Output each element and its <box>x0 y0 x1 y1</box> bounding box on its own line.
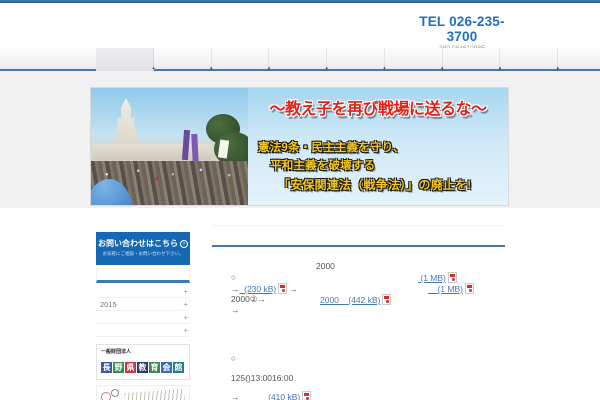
nav-item-4[interactable]: ▴ <box>269 48 328 71</box>
pdf-link-410kb[interactable]: (410 kB) <box>263 392 300 400</box>
nav-item-1[interactable]: ▴ <box>96 48 155 71</box>
sidebar-menu-item-1[interactable]: + <box>96 285 190 298</box>
content-heading <box>212 225 505 247</box>
protest-flag <box>191 133 199 165</box>
menu-item-label: 2015 <box>100 300 117 309</box>
org-name-char: 県 <box>125 362 136 373</box>
banner-subline-2: 平和主義を破壊する <box>270 160 376 172</box>
plus-icon[interactable]: + <box>183 285 188 298</box>
pdf-file-icon <box>464 283 474 294</box>
pdf-link-1mb-a[interactable]: (1 MB) <box>418 273 446 283</box>
page: TEL 026-235-3700 380-08461098F ▴ ▴ ▴ ▴ ▴… <box>0 0 600 400</box>
chevron-down-icon: ▴ <box>556 65 559 71</box>
handwritten-text <box>124 388 186 400</box>
org-name-char: 教 <box>137 362 148 373</box>
mascot-banner-image[interactable] <box>96 385 190 400</box>
nav-item-8[interactable]: ▴ <box>500 48 559 71</box>
hero-banner-image: ～教え子を再び戦場に送るな～ 憲法9条・民主主義を守り、 平和主義を破壊する 「… <box>91 88 508 205</box>
pdf-link-1mb-b[interactable]: (1 MB) <box>428 284 463 294</box>
org-name-char: 育 <box>149 362 160 373</box>
year-label: 2000 <box>316 261 335 271</box>
link-group: 2000 (442 kB) <box>320 294 393 306</box>
content-line-7: → (410 kB) <box>212 380 505 400</box>
nav-menu: ▴ ▴ ▴ ▴ ▴ ▴ ▴ ▴ <box>96 48 559 71</box>
nav-item-2[interactable]: ▴ <box>154 48 213 71</box>
sidebar: お問い合わせはこちら › お気軽にご相談・お問い合わせ下さい。 + 2015 + … <box>96 232 190 400</box>
arrow: → <box>230 305 240 315</box>
cartoon-face <box>111 389 119 397</box>
sidebar-menu-item-4[interactable]: + <box>96 324 190 337</box>
pdf-file-icon <box>382 294 392 305</box>
banner-text-area: ～教え子を再び戦場に送るな～ 憲法9条・民主主義を守り、 平和主義を破壊する 「… <box>248 88 508 205</box>
main-nav: ▴ ▴ ▴ ▴ ▴ ▴ ▴ ▴ <box>0 48 600 71</box>
org-logo-banner[interactable]: 一般財団法人 長野県教育会館 <box>96 344 190 380</box>
cartoon-face <box>101 392 111 400</box>
plus-icon[interactable]: + <box>183 311 188 324</box>
content-line-1: ○ 2000 <box>212 261 505 282</box>
nav-item-3[interactable]: ▴ <box>212 48 270 71</box>
contact-button-label: お問い合わせはこちら › <box>96 238 190 249</box>
org-name-char: 野 <box>113 362 124 373</box>
nav-item-7[interactable]: ▴ <box>443 48 501 71</box>
plus-icon[interactable]: + <box>183 324 188 337</box>
content-line-5: ○ <box>212 342 505 363</box>
org-name-char: 会 <box>161 362 172 373</box>
banner-headline: ～教え子を再び戦場に送るな～ <box>269 101 487 118</box>
banner-subline-3: 「安保関連法（戦争法）」の廃止を! <box>278 178 472 192</box>
contact-button[interactable]: お問い合わせはこちら › お気軽にご相談・お問い合わせ下さい。 <box>96 232 190 265</box>
pdf-file-icon <box>302 391 312 400</box>
content-line-4: → 2000 (442 kB) <box>212 294 505 315</box>
contact-button-text: お問い合わせはこちら <box>98 239 178 248</box>
banner-photo-diet-building <box>91 88 248 205</box>
pdf-file-icon <box>447 272 457 283</box>
contact-info: TEL 026-235-3700 380-08461098F <box>415 14 509 52</box>
sidebar-widget-heading <box>96 268 190 283</box>
header: TEL 026-235-3700 380-08461098F <box>0 3 600 52</box>
content-line-3: 2000②→ (1 MB) <box>212 283 505 304</box>
sidebar-archive-menu: + 2015 + + + <box>96 285 190 337</box>
pdf-link-2000-442kb[interactable]: 2000 (442 kB) <box>320 295 380 305</box>
content-line-6: 125()13:0016:00 <box>212 362 505 383</box>
banner-subline-1: 憲法9条・民主主義を守り、 <box>258 142 405 154</box>
org-name-char: 長 <box>101 362 112 373</box>
org-name-char: 館 <box>173 362 184 373</box>
plus-icon[interactable]: + <box>183 298 188 311</box>
phone-number: TEL 026-235-3700 <box>419 14 505 44</box>
arrow-circle-icon: › <box>180 240 188 248</box>
nav-item-5[interactable]: ▴ <box>327 48 386 71</box>
content-body: ○ 2000 → (230 kB) → (1 MB) 2000②→ (1 MB) … <box>212 261 505 400</box>
link-group: (410 kB) <box>263 391 313 400</box>
diet-building-tower <box>115 98 137 150</box>
org-type-label: 一般財団法人 <box>101 349 132 355</box>
nav-item-6[interactable]: ▴ <box>385 48 444 71</box>
org-name: 長野県教育会館 <box>101 357 185 375</box>
arrow: → <box>230 392 240 400</box>
sidebar-menu-item-2015[interactable]: 2015 + <box>96 298 190 311</box>
main-content: ○ 2000 → (230 kB) → (1 MB) 2000②→ (1 MB) … <box>212 225 505 400</box>
sidebar-menu-item-3[interactable]: + <box>96 311 190 324</box>
contact-button-subtext: お気軽にご相談・お問い合わせ下さい。 <box>102 251 184 256</box>
content-line-2: → (230 kB) → (1 MB) <box>212 272 505 294</box>
